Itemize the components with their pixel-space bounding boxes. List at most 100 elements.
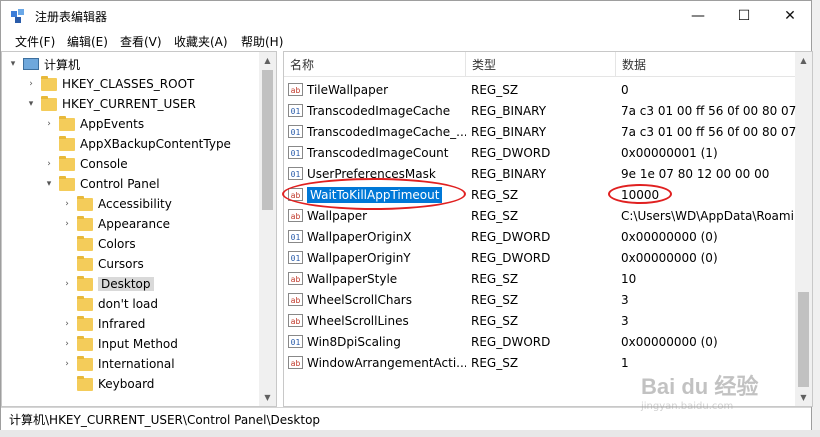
expand-chevron-icon[interactable]: ›	[60, 339, 74, 349]
value-type: REG_SZ	[471, 82, 519, 97]
folder-icon	[41, 95, 57, 111]
background-strip	[0, 430, 820, 437]
tree-item[interactable]: ▾ 计算机	[6, 54, 80, 74]
value-row[interactable]: 01 UserPreferencesMask REG_BINARY 9e 1e 07 …	[284, 163, 795, 184]
menu-view[interactable]: 查看(V)	[120, 33, 162, 50]
value-type: REG_DWORD	[471, 145, 551, 160]
values-list[interactable]: 名称 类型 数据 ▲ ▼ ab TileWallpaper REG_SZ 0 01 Tra…	[283, 51, 813, 407]
value-name: TranscodedImageCache_...	[307, 124, 466, 139]
value-data: 7a c3 01 00 ff 56 0f 00 80 07 0	[621, 103, 796, 118]
title-bar[interactable]: 注册表编辑器 — ☐ ✕	[1, 1, 811, 31]
expand-chevron-icon[interactable]: ›	[24, 79, 38, 89]
menu-help[interactable]: 帮助(H)	[241, 33, 283, 50]
tree-item-label: HKEY_CLASSES_ROOT	[62, 77, 195, 91]
tree-item-label: AppXBackupContentType	[80, 137, 231, 151]
tree-item[interactable]: › Console	[42, 154, 128, 174]
value-row[interactable]: ab WheelScrollLines REG_SZ 3	[284, 310, 795, 331]
tree-item[interactable]: Keyboard	[60, 374, 154, 394]
baidu-watermark: Bai du 经验 jingyan.baidu.com	[641, 369, 811, 419]
tree-item[interactable]: › Desktop	[60, 274, 154, 294]
value-row[interactable]: ab TileWallpaper REG_SZ 0	[284, 79, 795, 100]
folder-icon	[77, 275, 93, 291]
expand-chevron-icon[interactable]: ›	[60, 199, 74, 209]
column-data-header[interactable]: 数据	[616, 52, 796, 76]
minimize-button[interactable]: —	[675, 1, 721, 31]
tree-item[interactable]: Cursors	[60, 254, 144, 274]
list-scroll-up-arrow-icon[interactable]: ▲	[795, 52, 812, 69]
tree-scrollbar[interactable]: ▲ ▼	[259, 52, 276, 406]
value-row[interactable]: ab WallpaperStyle REG_SZ 10	[284, 268, 795, 289]
value-type: REG_SZ	[471, 208, 519, 223]
value-row[interactable]: 01 Win8DpiScaling REG_DWORD 0x00000000 (0)	[284, 331, 795, 352]
expand-chevron-icon[interactable]: ›	[60, 319, 74, 329]
value-row[interactable]: 01 TranscodedImageCache_... REG_BINARY 7a c…	[284, 121, 796, 142]
value-row[interactable]: 01 TranscodedImageCount REG_DWORD 0x0000000…	[284, 142, 795, 163]
value-row[interactable]: ab Wallpaper REG_SZ C:\Users\WD\AppData\Roa…	[284, 205, 795, 226]
menu-file[interactable]: 文件(F)	[15, 33, 55, 50]
value-name: WheelScrollChars	[307, 292, 412, 307]
tree-item[interactable]: Colors	[60, 234, 136, 254]
tree-item[interactable]: ▾ HKEY_CURRENT_USER	[24, 94, 196, 114]
value-type: REG_BINARY	[471, 166, 547, 181]
expand-chevron-icon[interactable]: ›	[42, 159, 56, 169]
value-name-cell: 01 UserPreferencesMask	[288, 163, 466, 184]
value-name: TranscodedImageCount	[307, 145, 449, 160]
expand-chevron-icon[interactable]: ›	[60, 359, 74, 369]
value-type: REG_DWORD	[471, 250, 551, 265]
value-row[interactable]: ab WaitToKillAppTimeout REG_SZ 10000	[284, 184, 795, 205]
scroll-down-arrow-icon[interactable]: ▼	[259, 389, 276, 406]
value-name: Wallpaper	[307, 208, 368, 223]
scroll-up-arrow-icon[interactable]: ▲	[259, 52, 276, 69]
value-data: C:\Users\WD\AppData\Roami	[621, 208, 794, 223]
tree-item[interactable]: › Infrared	[60, 314, 145, 334]
expand-chevron-icon[interactable]: ▾	[42, 179, 56, 189]
list-scrollbar[interactable]: ▲ ▼	[795, 52, 812, 406]
expand-chevron-icon[interactable]: ▾	[24, 99, 38, 109]
menu-edit[interactable]: 编辑(E)	[67, 33, 108, 50]
expand-chevron-icon[interactable]: ▾	[6, 59, 20, 69]
binary-value-icon: 01	[288, 251, 303, 264]
tree-item[interactable]: ▾ Control Panel	[42, 174, 160, 194]
value-type: REG_DWORD	[471, 229, 551, 244]
value-name-cell: 01 WallpaperOriginY	[288, 247, 466, 268]
registry-editor-window: 注册表编辑器 — ☐ ✕ 文件(F) 编辑(E) 查看(V) 收藏夹(A) 帮助…	[0, 0, 813, 431]
folder-icon	[77, 195, 93, 211]
value-data: 3	[621, 313, 629, 328]
tree-item[interactable]: › Input Method	[60, 334, 178, 354]
tree-item[interactable]: › HKEY_CLASSES_ROOT	[24, 74, 194, 94]
value-type: REG_DWORD	[471, 334, 551, 349]
column-name-header[interactable]: 名称	[284, 52, 466, 76]
expand-chevron-icon[interactable]: ›	[60, 279, 74, 289]
string-value-icon: ab	[288, 293, 303, 306]
value-row[interactable]: 01 TranscodedImageCache REG_BINARY 7a c3 01…	[284, 100, 796, 121]
tree-item-label: Keyboard	[98, 377, 155, 391]
tree-item-label: Control Panel	[80, 177, 160, 191]
value-type: REG_BINARY	[471, 124, 547, 139]
tree-item[interactable]: › Appearance	[60, 214, 170, 234]
tree-item[interactable]: AppXBackupContentType	[42, 134, 231, 154]
tree-item[interactable]: › Accessibility	[60, 194, 172, 214]
value-name: TranscodedImageCache	[307, 103, 451, 118]
value-name: UserPreferencesMask	[307, 166, 436, 181]
folder-icon	[77, 355, 93, 371]
maximize-button[interactable]: ☐	[721, 1, 767, 31]
folder-icon	[59, 155, 75, 171]
tree-item[interactable]: › International	[60, 354, 175, 374]
tree-item[interactable]: don't load	[60, 294, 158, 314]
expand-chevron-icon[interactable]: ›	[60, 219, 74, 229]
tree-item-label: Infrared	[98, 317, 146, 331]
tree-scroll-thumb[interactable]	[262, 70, 273, 210]
close-button[interactable]: ✕	[767, 1, 813, 31]
tree-item-label: Appearance	[98, 217, 171, 231]
value-type: REG_SZ	[471, 271, 519, 286]
menu-favorites[interactable]: 收藏夹(A)	[174, 33, 228, 50]
tree-item[interactable]: › AppEvents	[42, 114, 144, 134]
value-row[interactable]: ab WheelScrollChars REG_SZ 3	[284, 289, 795, 310]
column-type-header[interactable]: 类型	[466, 52, 616, 76]
value-row[interactable]: 01 WallpaperOriginX REG_DWORD 0x00000000 (0…	[284, 226, 795, 247]
value-name: WallpaperStyle	[307, 271, 398, 286]
expand-chevron-icon[interactable]: ›	[42, 119, 56, 129]
value-row[interactable]: 01 WallpaperOriginY REG_DWORD 0x00000000 (0…	[284, 247, 795, 268]
key-tree[interactable]: Keyboard › International › Input Method › Infr…	[1, 51, 277, 407]
folder-icon	[77, 255, 93, 271]
